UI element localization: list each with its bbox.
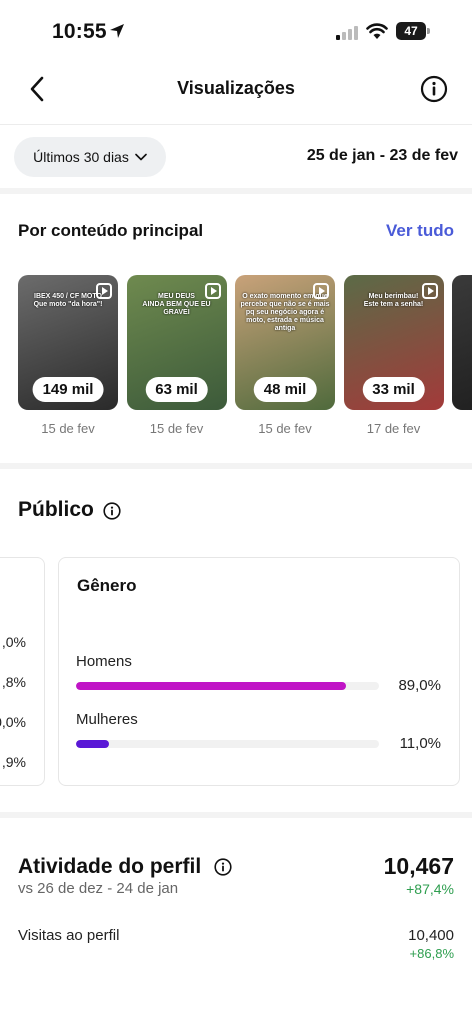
reel-icon [96,283,112,299]
thumbnail-date: 15 de fev [41,421,95,436]
profile-activity-comparison: vs 26 de dez - 24 de jan [18,880,179,897]
date-range: 25 de jan - 23 de fev [306,147,458,164]
partial-value: ,9% [1,754,26,770]
thumbnail-date: 17 de fev [366,421,421,436]
gender-bar-women [76,740,379,748]
profile-activity-change: +87,4% [406,881,454,897]
gender-card[interactable]: Gênero Homens 89,0% Mulheres 11,0% [58,557,460,786]
gender-label-women: Mulheres [76,711,138,728]
content-thumbnail[interactable]: O exato momento em que percebe que não s… [235,275,335,410]
info-icon[interactable] [103,502,121,520]
gender-bar-men [76,682,379,690]
view-count: 48 mil [253,377,317,402]
battery-level: 47 [396,22,426,40]
reel-icon [313,283,329,299]
profile-visits-change: +86,8% [409,946,454,961]
see-all-link[interactable]: Ver tudo [386,221,454,241]
profile-visits-value: 10,400 [408,927,454,944]
audience-title: Público [18,498,94,521]
cellular-signal-icon [336,26,358,40]
view-count: 63 mil [145,377,208,402]
thumbnail-date: 15 de fev [258,421,312,436]
reel-icon [421,283,438,299]
info-icon[interactable] [420,75,448,103]
gender-percent-women: 11,0% [399,735,441,752]
period-filter-button[interactable]: Últimos 30 dias [14,137,166,177]
gender-title: Gênero [77,576,137,595]
status-bar: 10:55 47 [0,0,472,62]
period-filter-label: Últimos 30 dias [33,149,129,165]
content-thumbnail[interactable]: Meu berimbau! Este tem a senha! 33 mil [343,275,444,410]
info-icon[interactable] [214,858,232,876]
view-count: 149 mil [32,377,104,402]
status-time: 10:55 [52,20,107,43]
gender-bar-fill-women [76,740,110,748]
section-divider [0,463,472,469]
location-arrow-icon [110,24,124,38]
top-content-carousel[interactable]: IBEX 450 / CF MOTO Que moto "da hora"! 14… [18,275,472,445]
section-divider [0,812,472,818]
battery-icon: 47 [396,22,430,40]
content-thumbnail[interactable]: MEU DEUS AINDA BEM QUE EU GRAVEI 63 mil [126,275,227,410]
top-content-title: Por conteúdo principal [18,221,204,240]
profile-visits-label: Visitas ao perfil [18,927,120,944]
thumbnail-caption: O exato momento em que percebe que não s… [240,293,330,332]
view-count: 33 mil [362,377,425,402]
audience-card-partial[interactable]: ,0% ,8% 0,0% ,9% [0,557,45,786]
partial-value: ,0% [1,634,26,650]
page-title: Visualizações [177,78,295,98]
nav-header: Visualizações [0,62,472,118]
profile-activity-total: 10,467 [383,853,454,879]
chevron-down-icon [135,153,147,161]
content-thumbnail-partial[interactable] [452,275,472,410]
section-divider [0,188,472,194]
divider [0,124,472,125]
wifi-icon [366,23,388,39]
gender-bar-fill-men [76,682,346,690]
gender-percent-men: 89,0% [398,677,441,694]
partial-value: ,8% [1,674,26,690]
thumbnail-date: 15 de fev [149,421,204,436]
reel-icon [204,283,221,299]
content-thumbnail[interactable]: IBEX 450 / CF MOTO Que moto "da hora"! 14… [18,275,118,410]
gender-label-men: Homens [76,653,132,670]
profile-activity-title: Atividade do perfil [18,855,202,878]
partial-value: 0,0% [0,714,26,730]
